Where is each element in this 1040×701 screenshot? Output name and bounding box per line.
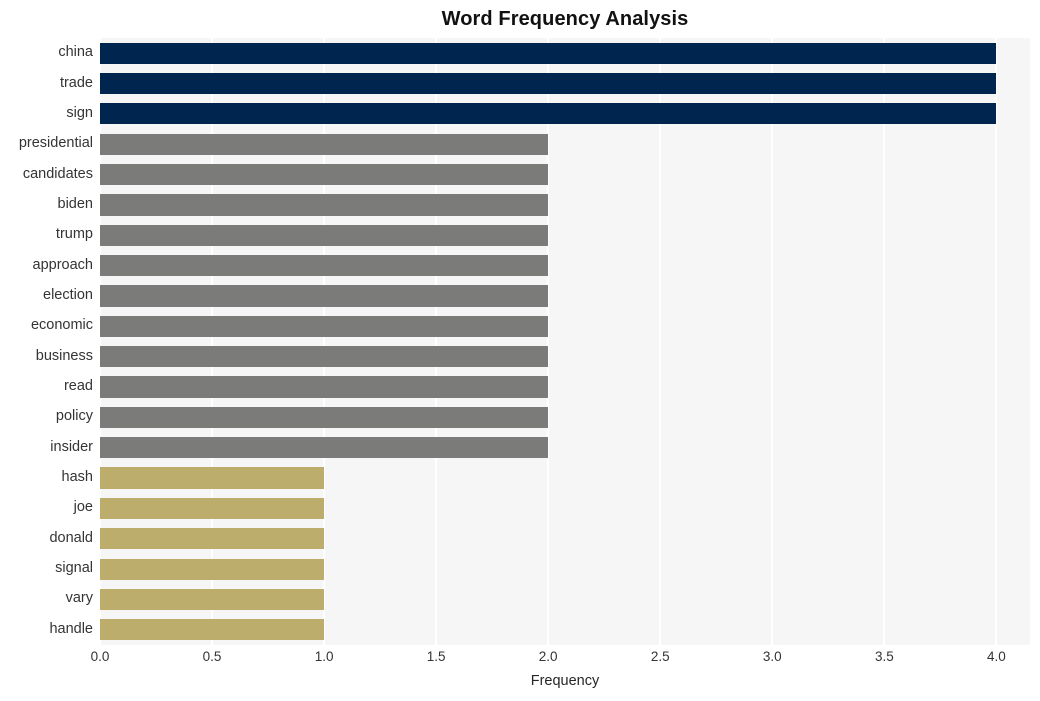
y-tick-label-donald: donald [49, 529, 93, 546]
x-tick-label-2.0: 2.0 [538, 649, 558, 664]
bar-trade [100, 72, 997, 95]
gridline-x-2.5 [659, 38, 662, 645]
gridline-x-2.0 [547, 38, 550, 645]
y-tick-label-approach: approach [32, 256, 93, 273]
x-tick-label-1.0: 1.0 [314, 649, 334, 664]
bar-vary [100, 588, 325, 611]
y-tick-label-vary: vary [65, 590, 93, 607]
x-tick-label-2.5: 2.5 [650, 649, 670, 664]
y-tick-label-election: election [43, 286, 93, 303]
bar-row [100, 72, 1030, 95]
x-tick-label-1.5: 1.5 [426, 649, 446, 664]
chart-title: Word Frequency Analysis [441, 8, 689, 30]
y-tick-label-hash: hash [61, 469, 93, 486]
bar-row [100, 346, 1030, 368]
plot-area [100, 38, 1030, 645]
bar-row [100, 528, 1030, 550]
bar-trump [100, 224, 549, 246]
y-tick-label-policy: policy [55, 408, 93, 425]
bar-china [100, 42, 997, 64]
bar-row [100, 588, 1030, 611]
y-tick-label-business: business [35, 347, 93, 364]
bar-row [100, 497, 1030, 520]
bar-row [100, 437, 1030, 459]
bar-policy [100, 406, 549, 428]
x-tick-label-0.0: 0.0 [90, 649, 110, 664]
y-tick-label-insider: insider [50, 438, 93, 455]
bar-row [100, 285, 1030, 307]
bar-business [100, 346, 549, 368]
y-tick-label-handle: handle [49, 620, 93, 637]
bar-row [100, 558, 1030, 580]
bar-row [100, 255, 1030, 277]
bar-row [100, 133, 1030, 155]
bar-biden [100, 194, 549, 216]
bar-row [100, 194, 1030, 216]
y-tick-label-biden: biden [57, 195, 93, 212]
bar-row [100, 467, 1030, 489]
y-tick-label-trade: trade [59, 74, 93, 91]
bar-joe [100, 497, 325, 520]
y-tick-label-signal: signal [55, 560, 93, 577]
bar-presidential [100, 133, 549, 155]
x-tick-label-4.0: 4.0 [986, 649, 1006, 664]
bar-sign [100, 103, 997, 125]
x-tick-label-3.5: 3.5 [874, 649, 894, 664]
bar-insider [100, 437, 549, 459]
y-tick-label-sign: sign [66, 104, 93, 121]
gridline-x-3.5 [883, 38, 886, 645]
x-axis-label: Frequency [530, 673, 600, 689]
y-tick-label-trump: trump [55, 226, 93, 243]
y-tick-label-economic: economic [30, 317, 93, 334]
bar-row [100, 163, 1030, 186]
bar-donald [100, 528, 325, 550]
y-tick-label-candidates: candidates [22, 165, 93, 182]
gridline-x-4.0 [995, 38, 998, 645]
gridline-x-1.0 [323, 38, 326, 645]
bar-candidates [100, 163, 549, 186]
gridline-x-0.0 [100, 38, 101, 645]
y-tick-label-china: china [58, 44, 93, 61]
gridline-x-1.5 [435, 38, 438, 645]
x-tick-label-3.0: 3.0 [762, 649, 782, 664]
bar-hash [100, 467, 325, 489]
y-tick-label-joe: joe [73, 499, 93, 516]
y-axis-tick-labels: china trade sign presidential candidates bide… [0, 38, 93, 645]
bar-row [100, 376, 1030, 398]
bar-row [100, 406, 1030, 428]
bar-row [100, 315, 1030, 337]
x-axis-tick-labels: 0.0 0.5 1.0 1.5 2.0 2.5 3.0 3.5 4.0 [91, 645, 1030, 671]
y-tick-label-read: read [63, 378, 93, 395]
bar-row [100, 619, 1030, 641]
bar-row [100, 103, 1030, 125]
gridline-x-0.5 [211, 38, 214, 645]
bar-row [100, 42, 1030, 64]
bar-handle [100, 619, 325, 641]
bar-row [100, 224, 1030, 246]
x-tick-label-0.5: 0.5 [202, 649, 222, 664]
bar-approach [100, 255, 549, 277]
bar-signal [100, 558, 325, 580]
bar-election [100, 285, 549, 307]
word-frequency-chart: Word Frequency Analysis china trade sign pr… [0, 0, 1040, 701]
bar-read [100, 376, 549, 398]
gridline-x-3.0 [771, 38, 774, 645]
y-tick-label-presidential: presidential [18, 135, 93, 152]
bar-economic [100, 315, 549, 337]
